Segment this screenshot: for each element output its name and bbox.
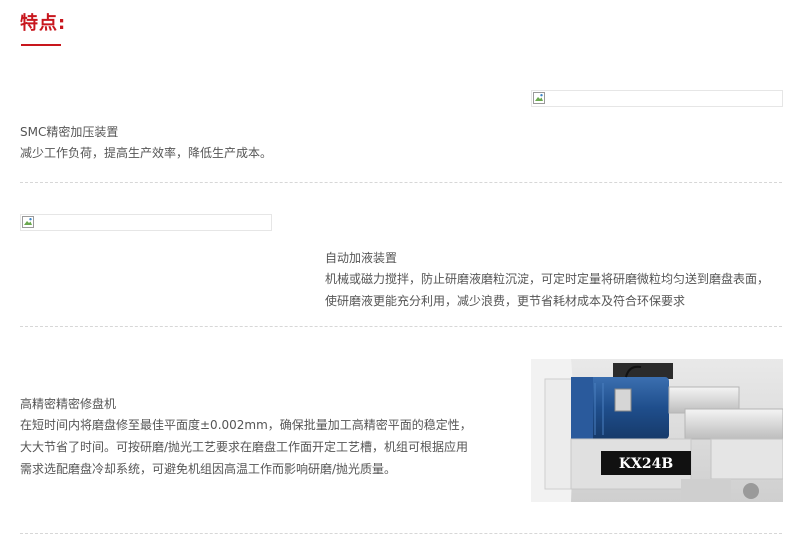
divider	[20, 182, 782, 183]
machine-illustration: KX24B	[531, 359, 783, 502]
machine-model-label: KX24B	[619, 456, 674, 472]
feature-2-desc: 机械或磁力搅拌，防止研磨液磨粒沉淀，可定时定量将研磨微粒均匀送到磨盘表面， 使研…	[325, 272, 770, 308]
feature-3-title: 高精密精密修盘机	[20, 397, 117, 411]
divider	[20, 326, 782, 327]
feature-1-desc: 减少工作负荷，提高生产效率，降低生产成本。	[20, 146, 273, 160]
feature-1-title: SMC精密加压装置	[20, 125, 119, 139]
broken-image-icon	[533, 92, 545, 104]
divider	[20, 533, 782, 534]
feature-3-desc: 在短时间内将磨盘修至最佳平面度±0.002mm，确保批量加工高精密平面的稳定性，…	[20, 418, 472, 476]
features-page: 特点: SMC精密加压装置 减少工作负荷，提高生产效率，降低生产成本。 自动加液…	[0, 0, 800, 557]
feature-2-image	[20, 214, 272, 231]
broken-image-icon	[22, 216, 34, 228]
title-underline	[21, 44, 61, 46]
feature-2-title: 自动加液装置	[325, 251, 398, 265]
section-title: 特点:	[20, 13, 67, 34]
feature-1-image	[531, 90, 783, 107]
machine-photo: KX24B	[531, 359, 783, 502]
